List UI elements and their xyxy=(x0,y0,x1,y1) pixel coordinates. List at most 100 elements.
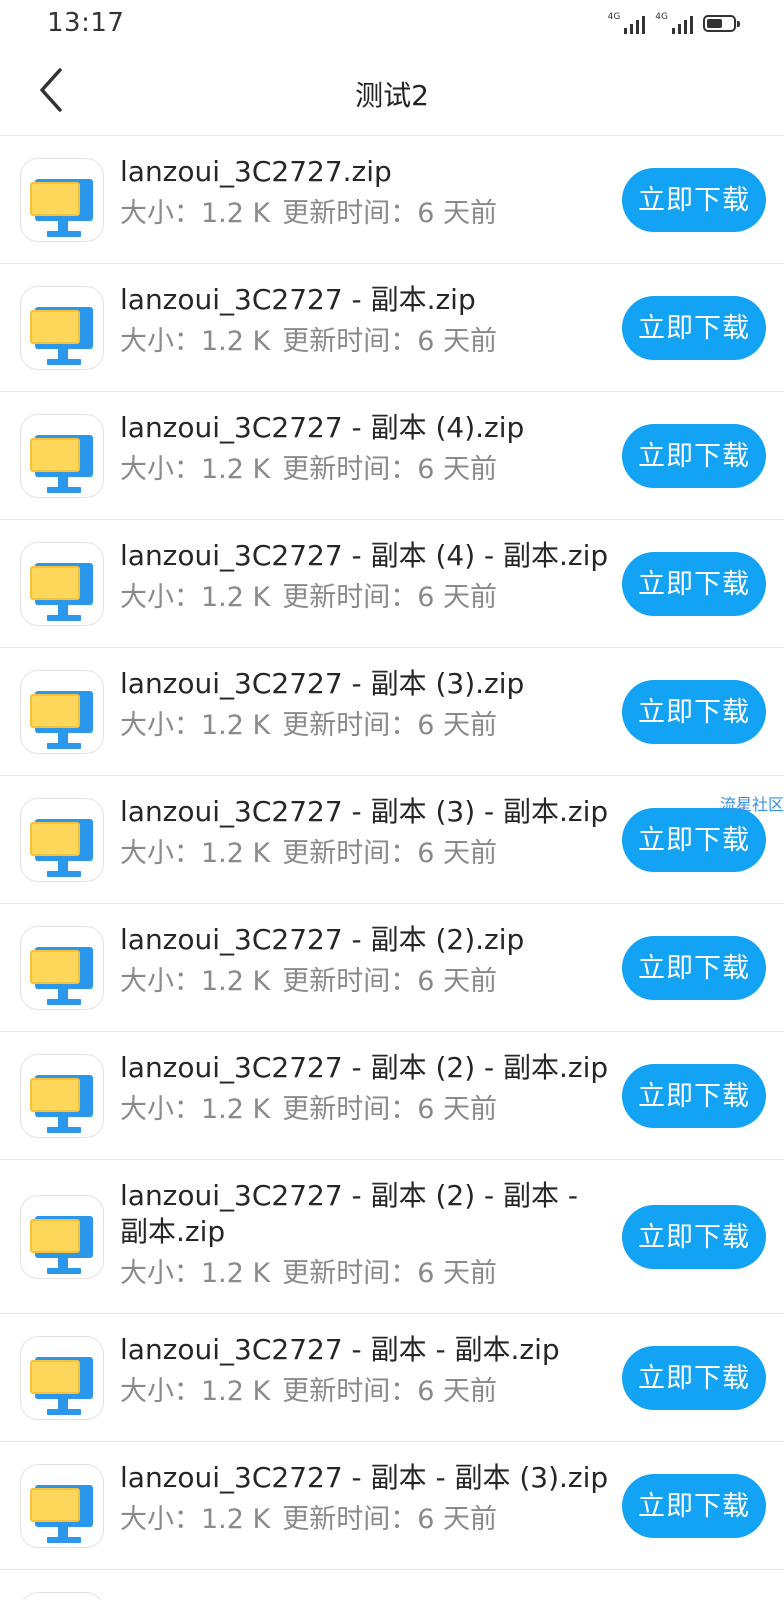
download-button[interactable]: 立即下载 xyxy=(622,1346,766,1410)
file-size: 大小：1.2 K xyxy=(120,198,271,229)
file-name: lanzoui_3C2727 - 副本 (4).zip xyxy=(120,411,525,444)
file-info: lanzoui_3C2727 - 副本 (3).zip 大小：1.2 K 更新时间：… xyxy=(120,666,610,742)
file-meta: 大小：1.2 K 更新时间：6 天前 xyxy=(120,326,610,358)
file-size: 大小：1.2 K xyxy=(120,454,271,485)
page-title: 测试2 xyxy=(355,79,429,112)
file-info: lanzoui_3C2727 - 副本.zip 大小：1.2 K 更新时间：6 天前 xyxy=(120,282,610,358)
list-item[interactable]: lanzoui_3C2727 - 副本 (3) - 副本.zip 大小：1.2 K… xyxy=(0,776,784,904)
network-type-label: 4G xyxy=(607,12,621,22)
file-update-time: 更新时间：6 天前 xyxy=(282,1376,497,1407)
battery-level xyxy=(707,18,722,28)
file-info: lanzoui_3C2727 - 副本 (2).zip 大小：1.2 K 更新时间：… xyxy=(120,922,610,998)
computer-monitor-icon xyxy=(20,286,104,370)
file-size: 大小：1.2 K xyxy=(120,1504,271,1535)
signal-icon: 4G xyxy=(655,12,693,34)
battery-icon xyxy=(703,14,740,32)
signal-icon: 4G xyxy=(608,12,646,34)
file-size: 大小：1.2 K xyxy=(120,582,271,613)
file-update-time: 更新时间：6 天前 xyxy=(282,454,497,485)
list-item-partial xyxy=(0,1570,784,1600)
computer-monitor-icon xyxy=(20,926,104,1010)
file-update-time: 更新时间：6 天前 xyxy=(282,1504,497,1535)
file-info: lanzoui_3C2727.zip 大小：1.2 K 更新时间：6 天前 xyxy=(120,154,610,230)
file-size: 大小：1.2 K xyxy=(120,966,271,997)
file-meta: 大小：1.2 K 更新时间：6 天前 xyxy=(120,1258,610,1290)
file-info: lanzoui_3C2727 - 副本 (4).zip 大小：1.2 K 更新时间：… xyxy=(120,410,610,486)
file-update-time: 更新时间：6 天前 xyxy=(282,582,497,613)
file-name: lanzoui_3C2727 - 副本 - 副本.zip xyxy=(120,1333,560,1366)
list-item[interactable]: lanzoui_3C2727 - 副本 (2).zip 大小：1.2 K 更新时间：… xyxy=(0,904,784,1032)
list-item[interactable]: lanzoui_3C2727 - 副本 (4).zip 大小：1.2 K 更新时间：… xyxy=(0,392,784,520)
download-button[interactable]: 立即下载 xyxy=(622,296,766,360)
list-item[interactable]: lanzoui_3C2727 - 副本.zip 大小：1.2 K 更新时间：6 天前… xyxy=(0,264,784,392)
network-type-label: 4G xyxy=(655,12,668,22)
file-update-time: 更新时间：6 天前 xyxy=(282,326,497,357)
file-name: lanzoui_3C2727 - 副本 (3) - 副本.zip xyxy=(120,795,609,828)
file-meta: 大小：1.2 K 更新时间：6 天前 xyxy=(120,1504,610,1536)
download-button[interactable]: 立即下载 xyxy=(622,1064,766,1128)
file-info: lanzoui_3C2727 - 副本 - 副本.zip 大小：1.2 K 更新时间… xyxy=(120,1332,610,1408)
file-name: lanzoui_3C2727.zip xyxy=(120,155,392,188)
computer-monitor-icon xyxy=(20,670,104,754)
list-item[interactable]: lanzoui_3C2727 - 副本 - 副本 (3).zip 大小：1.2 K… xyxy=(0,1442,784,1570)
file-meta: 大小：1.2 K 更新时间：6 天前 xyxy=(120,198,610,230)
download-button[interactable]: 立即下载 xyxy=(622,808,766,872)
download-button[interactable]: 立即下载 xyxy=(622,936,766,1000)
status-bar: 13:17 4G 4G xyxy=(0,0,784,48)
list-item[interactable]: lanzoui_3C2727 - 副本 - 副本.zip 大小：1.2 K 更新时间… xyxy=(0,1314,784,1442)
file-size: 大小：1.2 K xyxy=(120,1094,271,1125)
file-name: lanzoui_3C2727 - 副本 (2).zip xyxy=(120,923,525,956)
file-size: 大小：1.2 K xyxy=(120,1258,271,1289)
computer-monitor-icon xyxy=(20,1195,104,1279)
file-info: lanzoui_3C2727 - 副本 (2) - 副本.zip 大小：1.2 K… xyxy=(120,1050,610,1126)
file-name: lanzoui_3C2727 - 副本 (2) - 副本 - 副本.zip xyxy=(120,1179,579,1248)
computer-monitor-icon xyxy=(20,542,104,626)
file-meta: 大小：1.2 K 更新时间：6 天前 xyxy=(120,454,610,486)
file-meta: 大小：1.2 K 更新时间：6 天前 xyxy=(120,582,610,614)
list-item[interactable]: lanzoui_3C2727 - 副本 (4) - 副本.zip 大小：1.2 K… xyxy=(0,520,784,648)
file-list: lanzoui_3C2727.zip 大小：1.2 K 更新时间：6 天前 立即下载 … xyxy=(0,136,784,1570)
list-item[interactable]: lanzoui_3C2727 - 副本 (3).zip 大小：1.2 K 更新时间：… xyxy=(0,648,784,776)
computer-monitor-icon xyxy=(20,414,104,498)
file-update-time: 更新时间：6 天前 xyxy=(282,1094,497,1125)
file-name: lanzoui_3C2727 - 副本 (4) - 副本.zip xyxy=(120,539,609,572)
status-time: 13:17 xyxy=(47,8,125,38)
file-meta: 大小：1.2 K 更新时间：6 天前 xyxy=(120,1376,610,1408)
file-name: lanzoui_3C2727 - 副本 (3).zip xyxy=(120,667,525,700)
list-item[interactable]: lanzoui_3C2727 - 副本 (2) - 副本.zip 大小：1.2 K… xyxy=(0,1032,784,1160)
watermark: 流星社区 xyxy=(719,795,784,814)
download-button[interactable]: 立即下载 xyxy=(622,680,766,744)
file-meta: 大小：1.2 K 更新时间：6 天前 xyxy=(120,838,610,870)
list-item[interactable]: lanzoui_3C2727.zip 大小：1.2 K 更新时间：6 天前 立即下载 xyxy=(0,136,784,264)
download-button[interactable]: 立即下载 xyxy=(622,1205,766,1269)
file-meta: 大小：1.2 K 更新时间：6 天前 xyxy=(120,966,610,998)
file-name: lanzoui_3C2727 - 副本.zip xyxy=(120,283,476,316)
file-info: lanzoui_3C2727 - 副本 (3) - 副本.zip 大小：1.2 K… xyxy=(120,794,610,870)
nav-bar: 测试2 xyxy=(0,48,784,136)
list-item[interactable]: lanzoui_3C2727 - 副本 (2) - 副本 - 副本.zip 大小：… xyxy=(0,1160,784,1314)
status-icons: 4G 4G xyxy=(608,12,740,34)
file-update-time: 更新时间：6 天前 xyxy=(282,966,497,997)
download-button[interactable]: 立即下载 xyxy=(622,168,766,232)
download-button[interactable]: 立即下载 xyxy=(622,424,766,488)
file-update-time: 更新时间：6 天前 xyxy=(282,198,497,229)
file-update-time: 更新时间：6 天前 xyxy=(282,1258,497,1289)
file-size: 大小：1.2 K xyxy=(120,838,271,869)
file-meta: 大小：1.2 K 更新时间：6 天前 xyxy=(120,1094,610,1126)
file-meta: 大小：1.2 K 更新时间：6 天前 xyxy=(120,710,610,742)
computer-monitor-icon xyxy=(20,1592,104,1600)
computer-monitor-icon xyxy=(20,1054,104,1138)
file-name: lanzoui_3C2727 - 副本 - 副本 (3).zip xyxy=(120,1461,609,1494)
file-size: 大小：1.2 K xyxy=(120,1376,271,1407)
file-info: lanzoui_3C2727 - 副本 (2) - 副本 - 副本.zip 大小：… xyxy=(120,1178,610,1290)
computer-monitor-icon xyxy=(20,158,104,242)
file-info: lanzoui_3C2727 - 副本 - 副本 (3).zip 大小：1.2 K… xyxy=(120,1460,610,1536)
computer-monitor-icon xyxy=(20,1464,104,1548)
computer-monitor-icon xyxy=(20,1336,104,1420)
download-button[interactable]: 立即下载 xyxy=(622,552,766,616)
file-update-time: 更新时间：6 天前 xyxy=(282,838,497,869)
file-size: 大小：1.2 K xyxy=(120,326,271,357)
download-button[interactable]: 立即下载 xyxy=(622,1474,766,1538)
computer-monitor-icon xyxy=(20,798,104,882)
file-name: lanzoui_3C2727 - 副本 (2) - 副本.zip xyxy=(120,1051,609,1084)
